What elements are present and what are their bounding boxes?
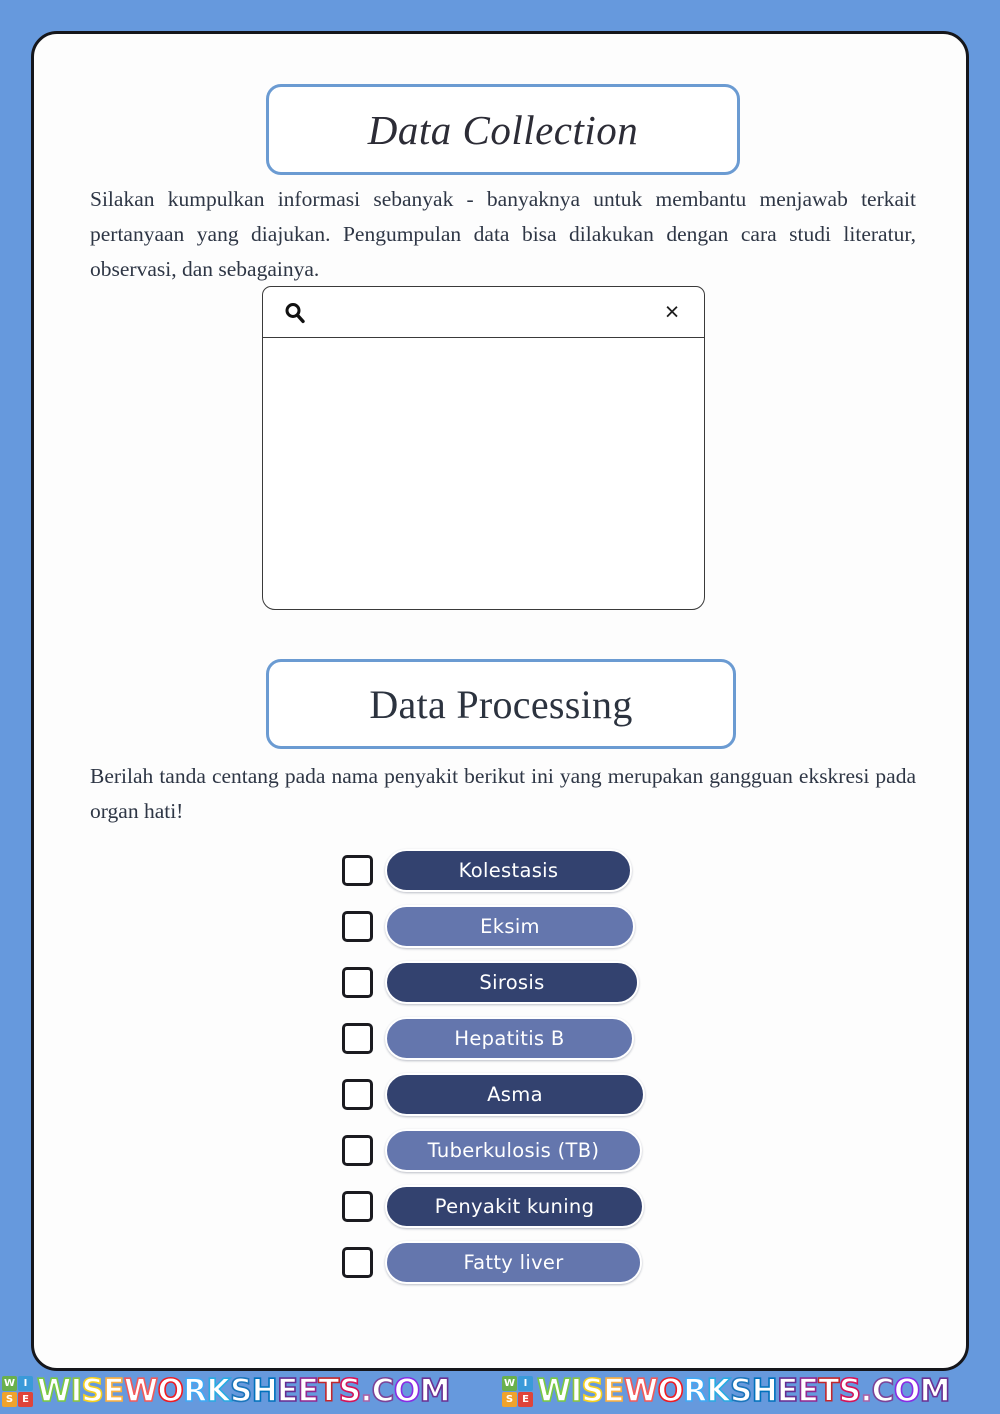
instruction-text-data-collection: Silakan kumpulkan informasi sebanyak - b… <box>90 187 916 281</box>
disease-label: Penyakit kuning <box>434 1194 595 1218</box>
watermark-text: WISEWORKSHEETS.COM <box>536 1372 951 1409</box>
list-item[interactable]: Asma <box>342 1066 672 1122</box>
list-item[interactable]: Eksim <box>342 898 672 954</box>
section-header-data-collection: Data Collection <box>266 84 740 175</box>
list-item[interactable]: Penyakit kuning <box>342 1178 672 1234</box>
answer-textarea[interactable] <box>262 337 705 610</box>
disease-label: Hepatitis B <box>454 1026 565 1050</box>
disease-pill-asma[interactable]: Asma <box>385 1072 645 1116</box>
wiseworksheets-logo-icon: WISE <box>2 1375 33 1407</box>
disease-label: Kolestasis <box>458 858 559 882</box>
watermark-text: WISEWORKSHEETS.COM <box>36 1372 451 1409</box>
disease-pill-tuberkulosis[interactable]: Tuberkulosis (TB) <box>385 1128 642 1172</box>
answer-panel: × <box>262 286 705 610</box>
close-icon[interactable]: × <box>660 300 684 325</box>
checkbox-hepatitis-b[interactable] <box>342 1022 373 1054</box>
checkbox-asma[interactable] <box>342 1078 373 1110</box>
search-icon[interactable] <box>282 300 308 326</box>
worksheet-page-card: Data Collection Silakan kumpulkan inform… <box>31 31 969 1371</box>
checkbox-tuberkulosis[interactable] <box>342 1134 373 1166</box>
wiseworksheets-logo-icon: WISE <box>502 1375 533 1407</box>
disease-label: Asma <box>487 1082 543 1106</box>
section-title-data-processing: Data Processing <box>369 681 633 727</box>
disease-checkbox-list: Kolestasis Eksim Sirosis Hepatitis B Asm <box>342 842 672 1290</box>
checkbox-kolestasis[interactable] <box>342 854 373 886</box>
section-header-data-processing: Data Processing <box>266 659 736 749</box>
checkbox-sirosis[interactable] <box>342 966 373 998</box>
disease-pill-kolestasis[interactable]: Kolestasis <box>385 848 632 892</box>
disease-pill-fatty-liver[interactable]: Fatty liver <box>385 1240 642 1284</box>
disease-label: Fatty liver <box>463 1250 564 1274</box>
watermark-unit: W I S E WISEWORKSHEETS.COM <box>500 1372 1000 1409</box>
watermark-unit: W I S E WISEWORKSHEETS.COM <box>0 1372 500 1409</box>
list-item[interactable]: Fatty liver <box>342 1234 672 1290</box>
disease-label: Tuberkulosis (TB) <box>427 1138 600 1162</box>
disease-label: Sirosis <box>479 970 545 994</box>
list-item[interactable]: Tuberkulosis (TB) <box>342 1122 672 1178</box>
disease-label: Eksim <box>480 914 540 938</box>
section-title-data-collection: Data Collection <box>367 106 639 153</box>
disease-pill-sirosis[interactable]: Sirosis <box>385 960 639 1004</box>
disease-pill-eksim[interactable]: Eksim <box>385 904 635 948</box>
list-item[interactable]: Kolestasis <box>342 842 672 898</box>
disease-pill-hepatitis-b[interactable]: Hepatitis B <box>385 1016 634 1060</box>
footer-watermark: W I S E WISEWORKSHEETS.COM W I S E WISEWORKSHEETS… <box>0 1368 1000 1414</box>
checkbox-fatty-liver[interactable] <box>342 1246 373 1278</box>
search-bar[interactable]: × <box>262 286 705 339</box>
list-item[interactable]: Hepatitis B <box>342 1010 672 1066</box>
instruction-text-data-processing: Berilah tanda centang pada nama penyakit… <box>90 764 916 823</box>
list-item[interactable]: Sirosis <box>342 954 672 1010</box>
disease-pill-penyakit-kuning[interactable]: Penyakit kuning <box>385 1184 644 1228</box>
checkbox-eksim[interactable] <box>342 910 373 942</box>
checkbox-penyakit-kuning[interactable] <box>342 1190 373 1222</box>
